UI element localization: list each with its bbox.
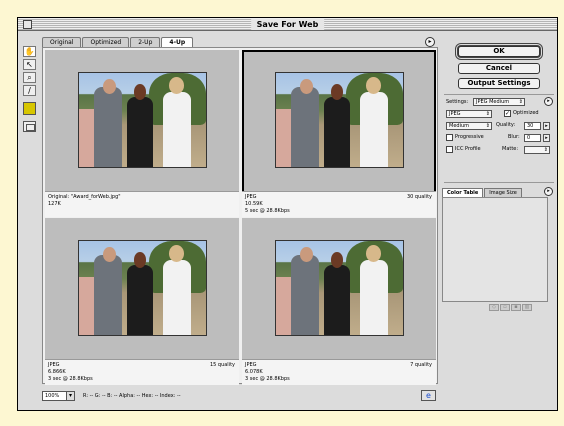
tab-original[interactable]: Original <box>42 37 82 47</box>
quality-level-select[interactable]: Medium <box>446 122 492 130</box>
save-for-web-window: Save For Web ✋ ↖ ⌕ ∕ Original Optimized … <box>17 17 558 411</box>
pane-size: 127K <box>48 201 61 207</box>
color-readout: R: -- G: -- B: -- Alpha: -- Hex: -- Inde… <box>83 392 181 399</box>
pane-download-time: 3 sec @ 28.8Kbps <box>245 376 290 382</box>
ok-button[interactable]: OK <box>458 46 540 57</box>
pane-download-time: 3 sec @ 28.8Kbps <box>48 376 93 382</box>
icc-profile-checkbox[interactable] <box>446 146 453 153</box>
icc-profile-label: ICC Profile <box>455 146 481 152</box>
preview-grid: Original: "Award_forWeb.jpg" 127K JPEG 1… <box>42 47 438 385</box>
settings-label: Settings: <box>446 99 469 105</box>
preview-menu-icon[interactable]: ▸ <box>425 37 435 47</box>
progressive-label: Progressive <box>455 134 484 140</box>
settings-sidebar: OK Cancel Output Settings Settings: JPEG… <box>442 42 554 408</box>
pane-size: 6.866K <box>48 369 66 375</box>
pane-info: JPEG 6.078K 3 sec @ 28.8Kbps 7 quality <box>242 359 436 385</box>
title-bar[interactable]: Save For Web <box>18 18 557 31</box>
blur-field[interactable]: 0 <box>524 134 541 142</box>
settings-preset-select[interactable]: JPEG Medium <box>473 98 525 106</box>
preview-image <box>78 72 207 168</box>
trash-icon[interactable]: ▥ <box>522 304 532 311</box>
toolbox: ✋ ↖ ⌕ ∕ <box>23 46 37 132</box>
status-bar: 100% R: -- G: -- B: -- Alpha: -- Hex: --… <box>42 390 438 401</box>
pane-download-time: 5 sec @ 28.8Kbps <box>245 208 290 214</box>
pane-info: JPEG 10.59K 5 sec @ 28.8Kbps 30 quality <box>242 191 436 217</box>
color-table-menu-icon[interactable]: ▸ <box>544 187 553 196</box>
preview-pane-optimized-3[interactable]: JPEG 6.078K 3 sec @ 28.8Kbps 7 quality <box>242 218 436 385</box>
pane-size: 6.078K <box>245 369 263 375</box>
slice-select-tool-icon[interactable]: ↖ <box>23 59 36 70</box>
optimized-label: Optimized <box>513 110 539 116</box>
panel-tabs: Color Table Image Size <box>442 188 523 197</box>
hand-tool-icon[interactable]: ✋ <box>23 46 36 57</box>
blur-stepper[interactable]: ▸ <box>543 134 550 142</box>
output-settings-button[interactable]: Output Settings <box>458 78 540 89</box>
tab-2-up[interactable]: 2-Up <box>130 37 161 47</box>
preview-pane-original[interactable]: Original: "Award_forWeb.jpg" 127K <box>45 50 239 217</box>
quality-field[interactable]: 30 <box>524 122 541 130</box>
lock-color-icon[interactable]: ▫ <box>500 304 510 311</box>
pane-format: JPEG <box>245 194 257 200</box>
new-color-icon[interactable]: ▪ <box>511 304 521 311</box>
close-box[interactable] <box>23 20 32 29</box>
quality-stepper[interactable]: ▸ <box>543 122 550 130</box>
matte-label: Matte: <box>502 146 519 152</box>
slice-visibility-icon[interactable] <box>23 121 36 132</box>
pane-format: JPEG <box>245 362 257 368</box>
zoom-tool-icon[interactable]: ⌕ <box>23 72 36 83</box>
preview-image <box>78 240 207 336</box>
tab-image-size[interactable]: Image Size <box>484 188 522 197</box>
color-table-tools: ◇ ▫ ▪ ▥ <box>489 304 533 311</box>
pane-quality: 30 quality <box>406 194 432 200</box>
pane-info: Original: "Award_forWeb.jpg" 127K <box>45 191 239 217</box>
matte-select[interactable] <box>524 146 550 154</box>
progressive-checkbox[interactable] <box>446 134 453 141</box>
tab-optimized[interactable]: Optimized <box>82 37 130 47</box>
preview-image <box>275 240 404 336</box>
preview-in-browser-icon[interactable]: e <box>421 390 436 401</box>
pane-info: JPEG 6.866K 3 sec @ 28.8Kbps 15 quality <box>45 359 239 385</box>
pane-quality: 7 quality <box>410 362 432 368</box>
window-title: Save For Web <box>250 19 325 30</box>
divider <box>444 182 554 183</box>
web-shift-icon[interactable]: ◇ <box>489 304 499 311</box>
tab-4-up[interactable]: 4-Up <box>161 37 194 47</box>
preview-pane-optimized-2[interactable]: JPEG 6.866K 3 sec @ 28.8Kbps 15 quality <box>45 218 239 385</box>
tab-color-table[interactable]: Color Table <box>442 188 484 197</box>
zoom-select[interactable]: 100% <box>42 390 75 401</box>
pane-format: JPEG <box>48 362 60 368</box>
divider <box>444 94 554 95</box>
pane-quality: 15 quality <box>209 362 235 368</box>
quality-label: Quality: <box>496 122 516 128</box>
pane-format: Original: "Award_forWeb.jpg" <box>48 194 121 200</box>
optimize-menu-icon[interactable]: ▸ <box>544 97 553 106</box>
preview-pane-optimized-1[interactable]: JPEG 10.59K 5 sec @ 28.8Kbps 30 quality <box>242 50 436 217</box>
eyedropper-tool-icon[interactable]: ∕ <box>23 85 36 96</box>
preview-image <box>275 72 404 168</box>
color-table <box>442 197 548 302</box>
pane-size: 10.59K <box>245 201 263 207</box>
cancel-button[interactable]: Cancel <box>458 63 540 74</box>
format-select[interactable]: JPEG <box>446 110 492 118</box>
eyedropper-color-swatch[interactable] <box>23 102 36 115</box>
view-tabs: Original Optimized 2-Up 4-Up <box>42 37 194 47</box>
optimized-checkbox[interactable]: ✓ <box>504 110 511 117</box>
blur-label: Blur: <box>508 134 520 140</box>
